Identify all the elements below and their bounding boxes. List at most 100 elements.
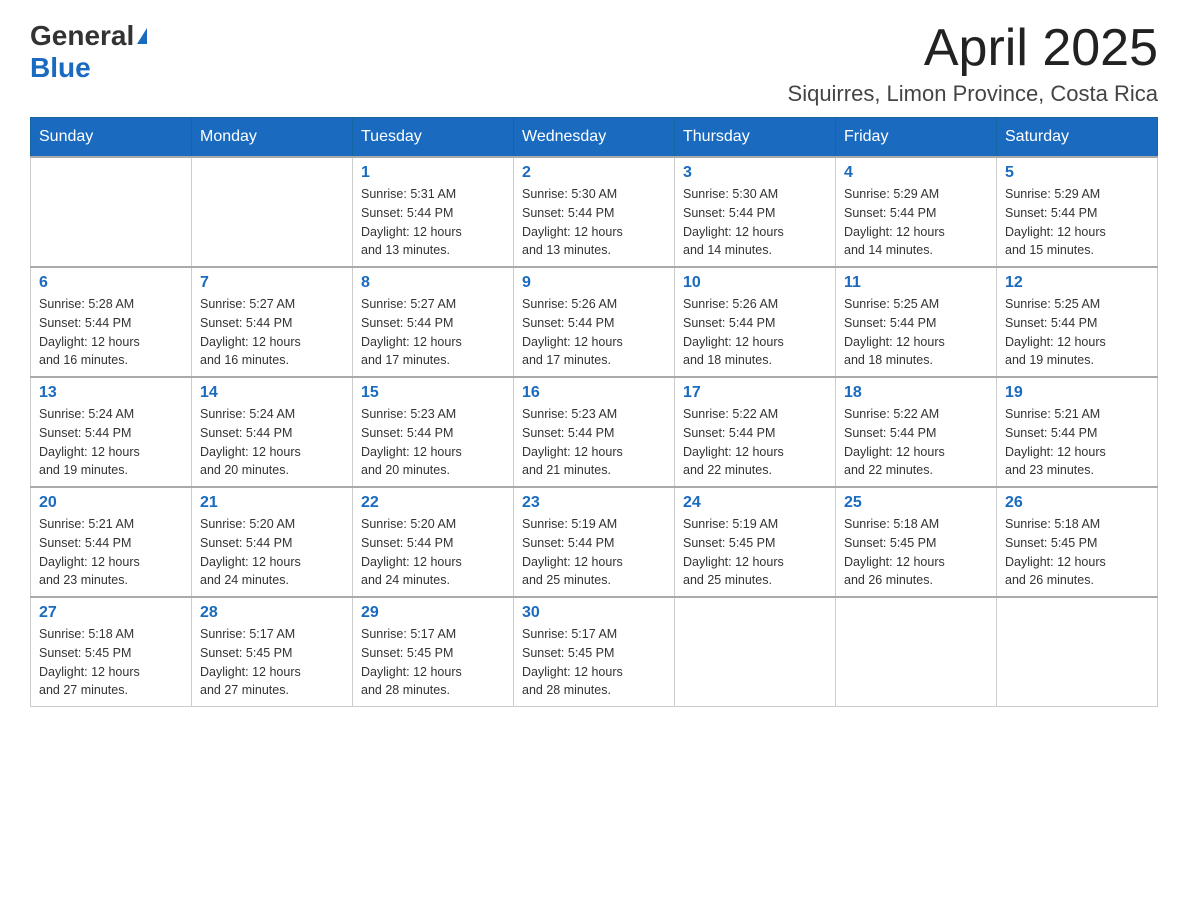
title-block: April 2025 Siquirres, Limon Province, Co… — [788, 20, 1158, 107]
month-title: April 2025 — [788, 20, 1158, 77]
day-number: 2 — [522, 164, 666, 182]
header-wednesday: Wednesday — [514, 118, 675, 158]
table-row: 2 Sunrise: 5:30 AMSunset: 5:44 PMDaylight… — [514, 157, 675, 267]
table-row: 18Sunrise: 5:22 AMSunset: 5:44 PMDayligh… — [836, 377, 997, 487]
calendar-header-row: Sunday Monday Tuesday Wednesday Thursday… — [31, 118, 1158, 158]
day-info: Sunrise: 5:31 AMSunset: 5:44 PMDaylight:… — [361, 185, 505, 260]
header-thursday: Thursday — [675, 118, 836, 158]
table-row: 30 Sunrise: 5:17 AMSunset: 5:45 PMDayligh… — [514, 597, 675, 707]
table-row: 28 Sunrise: 5:17 AMSunset: 5:45 PMDayligh… — [192, 597, 353, 707]
day-number: 22 — [361, 494, 505, 512]
day-info: Sunrise: 5:30 AMSunset: 5:44 PMDaylight:… — [683, 185, 827, 260]
day-number: 23 — [522, 494, 666, 512]
day-number: 15 — [361, 384, 505, 402]
calendar-table: Sunday Monday Tuesday Wednesday Thursday… — [30, 117, 1158, 707]
day-info: Sunrise: 5:17 AMSunset: 5:45 PMDaylight:… — [361, 625, 505, 700]
table-row: 12Sunrise: 5:25 AMSunset: 5:44 PMDayligh… — [997, 267, 1158, 377]
day-info: Sunrise: 5:26 AMSunset: 5:44 PMDaylight:… — [522, 295, 666, 370]
day-number: 21 — [200, 494, 344, 512]
table-row: 26 Sunrise: 5:18 AMSunset: 5:45 PMDayligh… — [997, 487, 1158, 597]
calendar-week-5: 27Sunrise: 5:18 AMSunset: 5:45 PMDayligh… — [31, 597, 1158, 707]
day-number: 19 — [1005, 384, 1149, 402]
table-row: 1 Sunrise: 5:31 AMSunset: 5:44 PMDaylight… — [353, 157, 514, 267]
table-row — [836, 597, 997, 707]
day-info: Sunrise: 5:24 AMSunset: 5:44 PMDaylight:… — [39, 405, 183, 480]
day-number: 29 — [361, 604, 505, 622]
table-row: 24 Sunrise: 5:19 AMSunset: 5:45 PMDayligh… — [675, 487, 836, 597]
table-row: 8 Sunrise: 5:27 AMSunset: 5:44 PMDaylight… — [353, 267, 514, 377]
table-row: 4Sunrise: 5:29 AMSunset: 5:44 PMDaylight… — [836, 157, 997, 267]
table-row: 15 Sunrise: 5:23 AMSunset: 5:44 PMDayligh… — [353, 377, 514, 487]
day-info: Sunrise: 5:21 AMSunset: 5:44 PMDaylight:… — [39, 515, 183, 590]
table-row: 27Sunrise: 5:18 AMSunset: 5:45 PMDayligh… — [31, 597, 192, 707]
page-header: GeneralBlue April 2025 Siquirres, Limon … — [30, 20, 1158, 107]
table-row: 16 Sunrise: 5:23 AMSunset: 5:44 PMDayligh… — [514, 377, 675, 487]
table-row — [31, 157, 192, 267]
day-number: 10 — [683, 274, 827, 292]
table-row — [192, 157, 353, 267]
day-info: Sunrise: 5:20 AMSunset: 5:44 PMDaylight:… — [361, 515, 505, 590]
day-number: 8 — [361, 274, 505, 292]
day-info: Sunrise: 5:17 AMSunset: 5:45 PMDaylight:… — [200, 625, 344, 700]
day-number: 30 — [522, 604, 666, 622]
day-info: Sunrise: 5:26 AMSunset: 5:44 PMDaylight:… — [683, 295, 827, 370]
day-number: 3 — [683, 164, 827, 182]
header-saturday: Saturday — [997, 118, 1158, 158]
table-row: 17 Sunrise: 5:22 AMSunset: 5:44 PMDayligh… — [675, 377, 836, 487]
day-info: Sunrise: 5:18 AMSunset: 5:45 PMDaylight:… — [1005, 515, 1149, 590]
calendar-week-1: 1 Sunrise: 5:31 AMSunset: 5:44 PMDaylight… — [31, 157, 1158, 267]
calendar-week-4: 20 Sunrise: 5:21 AMSunset: 5:44 PMDayligh… — [31, 487, 1158, 597]
day-info: Sunrise: 5:27 AMSunset: 5:44 PMDaylight:… — [361, 295, 505, 370]
table-row: 19Sunrise: 5:21 AMSunset: 5:44 PMDayligh… — [997, 377, 1158, 487]
table-row: 29 Sunrise: 5:17 AMSunset: 5:45 PMDayligh… — [353, 597, 514, 707]
logo: GeneralBlue — [30, 20, 147, 84]
day-info: Sunrise: 5:19 AMSunset: 5:45 PMDaylight:… — [683, 515, 827, 590]
day-number: 13 — [39, 384, 183, 402]
day-number: 9 — [522, 274, 666, 292]
day-info: Sunrise: 5:23 AMSunset: 5:44 PMDaylight:… — [361, 405, 505, 480]
day-info: Sunrise: 5:25 AMSunset: 5:44 PMDaylight:… — [844, 295, 988, 370]
header-sunday: Sunday — [31, 118, 192, 158]
day-number: 24 — [683, 494, 827, 512]
day-number: 17 — [683, 384, 827, 402]
day-info: Sunrise: 5:22 AMSunset: 5:44 PMDaylight:… — [844, 405, 988, 480]
table-row: 25 Sunrise: 5:18 AMSunset: 5:45 PMDayligh… — [836, 487, 997, 597]
day-number: 28 — [200, 604, 344, 622]
header-friday: Friday — [836, 118, 997, 158]
day-number: 11 — [844, 274, 988, 292]
table-row: 10 Sunrise: 5:26 AMSunset: 5:44 PMDayligh… — [675, 267, 836, 377]
table-row: 23Sunrise: 5:19 AMSunset: 5:44 PMDayligh… — [514, 487, 675, 597]
table-row: 14Sunrise: 5:24 AMSunset: 5:44 PMDayligh… — [192, 377, 353, 487]
day-info: Sunrise: 5:22 AMSunset: 5:44 PMDaylight:… — [683, 405, 827, 480]
day-info: Sunrise: 5:24 AMSunset: 5:44 PMDaylight:… — [200, 405, 344, 480]
table-row: 9 Sunrise: 5:26 AMSunset: 5:44 PMDaylight… — [514, 267, 675, 377]
day-info: Sunrise: 5:20 AMSunset: 5:44 PMDaylight:… — [200, 515, 344, 590]
day-info: Sunrise: 5:18 AMSunset: 5:45 PMDaylight:… — [844, 515, 988, 590]
table-row: 5 Sunrise: 5:29 AMSunset: 5:44 PMDaylight… — [997, 157, 1158, 267]
day-info: Sunrise: 5:23 AMSunset: 5:44 PMDaylight:… — [522, 405, 666, 480]
table-row: 22 Sunrise: 5:20 AMSunset: 5:44 PMDayligh… — [353, 487, 514, 597]
header-monday: Monday — [192, 118, 353, 158]
day-info: Sunrise: 5:29 AMSunset: 5:44 PMDaylight:… — [1005, 185, 1149, 260]
day-info: Sunrise: 5:30 AMSunset: 5:44 PMDaylight:… — [522, 185, 666, 260]
day-number: 26 — [1005, 494, 1149, 512]
day-number: 6 — [39, 274, 183, 292]
table-row: 13 Sunrise: 5:24 AMSunset: 5:44 PMDayligh… — [31, 377, 192, 487]
day-number: 1 — [361, 164, 505, 182]
header-tuesday: Tuesday — [353, 118, 514, 158]
day-info: Sunrise: 5:17 AMSunset: 5:45 PMDaylight:… — [522, 625, 666, 700]
day-number: 5 — [1005, 164, 1149, 182]
day-number: 4 — [844, 164, 988, 182]
day-number: 7 — [200, 274, 344, 292]
day-number: 16 — [522, 384, 666, 402]
table-row: 3 Sunrise: 5:30 AMSunset: 5:44 PMDaylight… — [675, 157, 836, 267]
day-number: 20 — [39, 494, 183, 512]
day-info: Sunrise: 5:27 AMSunset: 5:44 PMDaylight:… — [200, 295, 344, 370]
location-subtitle: Siquirres, Limon Province, Costa Rica — [788, 81, 1158, 107]
day-info: Sunrise: 5:25 AMSunset: 5:44 PMDaylight:… — [1005, 295, 1149, 370]
day-number: 25 — [844, 494, 988, 512]
table-row: 11 Sunrise: 5:25 AMSunset: 5:44 PMDayligh… — [836, 267, 997, 377]
table-row: 6Sunrise: 5:28 AMSunset: 5:44 PMDaylight… — [31, 267, 192, 377]
table-row: 21 Sunrise: 5:20 AMSunset: 5:44 PMDayligh… — [192, 487, 353, 597]
table-row — [997, 597, 1158, 707]
